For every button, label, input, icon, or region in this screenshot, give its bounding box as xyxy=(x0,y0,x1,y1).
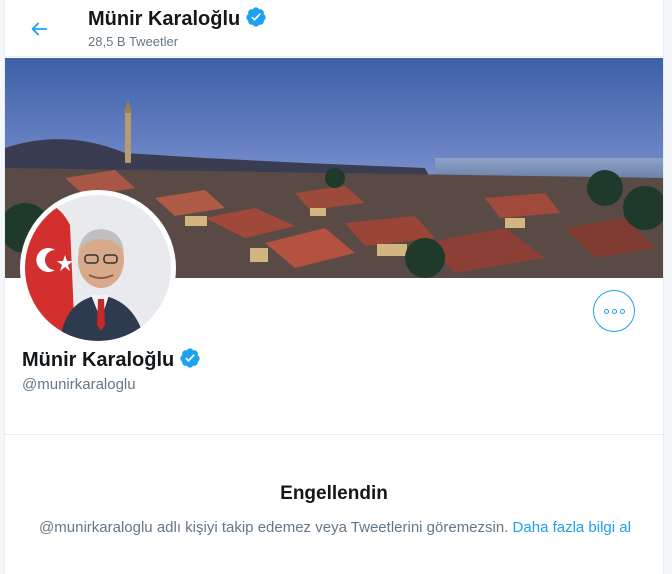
profile-page: Münir Karaloğlu 28,5 B Tweetler Münir Ka… xyxy=(4,0,664,574)
back-button[interactable] xyxy=(21,11,57,47)
verified-badge-icon xyxy=(245,6,267,33)
header-title: Münir Karaloğlu xyxy=(88,6,267,33)
back-arrow-icon xyxy=(31,22,48,36)
profile-name: Münir Karaloğlu xyxy=(22,347,201,374)
blocked-title: Engellendin xyxy=(280,483,388,504)
blocked-message: @munirkaraloglu adlı kişiyi takip edemez… xyxy=(29,517,641,538)
profile-avatar[interactable] xyxy=(20,190,176,346)
profile-handle: @munirkaraloglu xyxy=(22,376,136,393)
more-options-button[interactable] xyxy=(593,290,635,332)
tweet-count: 28,5 B Tweetler xyxy=(88,34,179,49)
verified-badge-icon xyxy=(179,347,201,374)
divider xyxy=(5,434,663,435)
learn-more-link[interactable]: Daha fazla bilgi al xyxy=(513,519,631,536)
profile-header-bar: Münir Karaloğlu 28,5 B Tweetler xyxy=(5,0,663,57)
blocked-message-text: @munirkaraloglu adlı kişiyi takip edemez… xyxy=(39,519,509,536)
profile-display-name: Münir Karaloğlu xyxy=(22,349,175,371)
header-display-name: Münir Karaloğlu xyxy=(88,8,241,30)
more-options-icon xyxy=(603,308,625,314)
